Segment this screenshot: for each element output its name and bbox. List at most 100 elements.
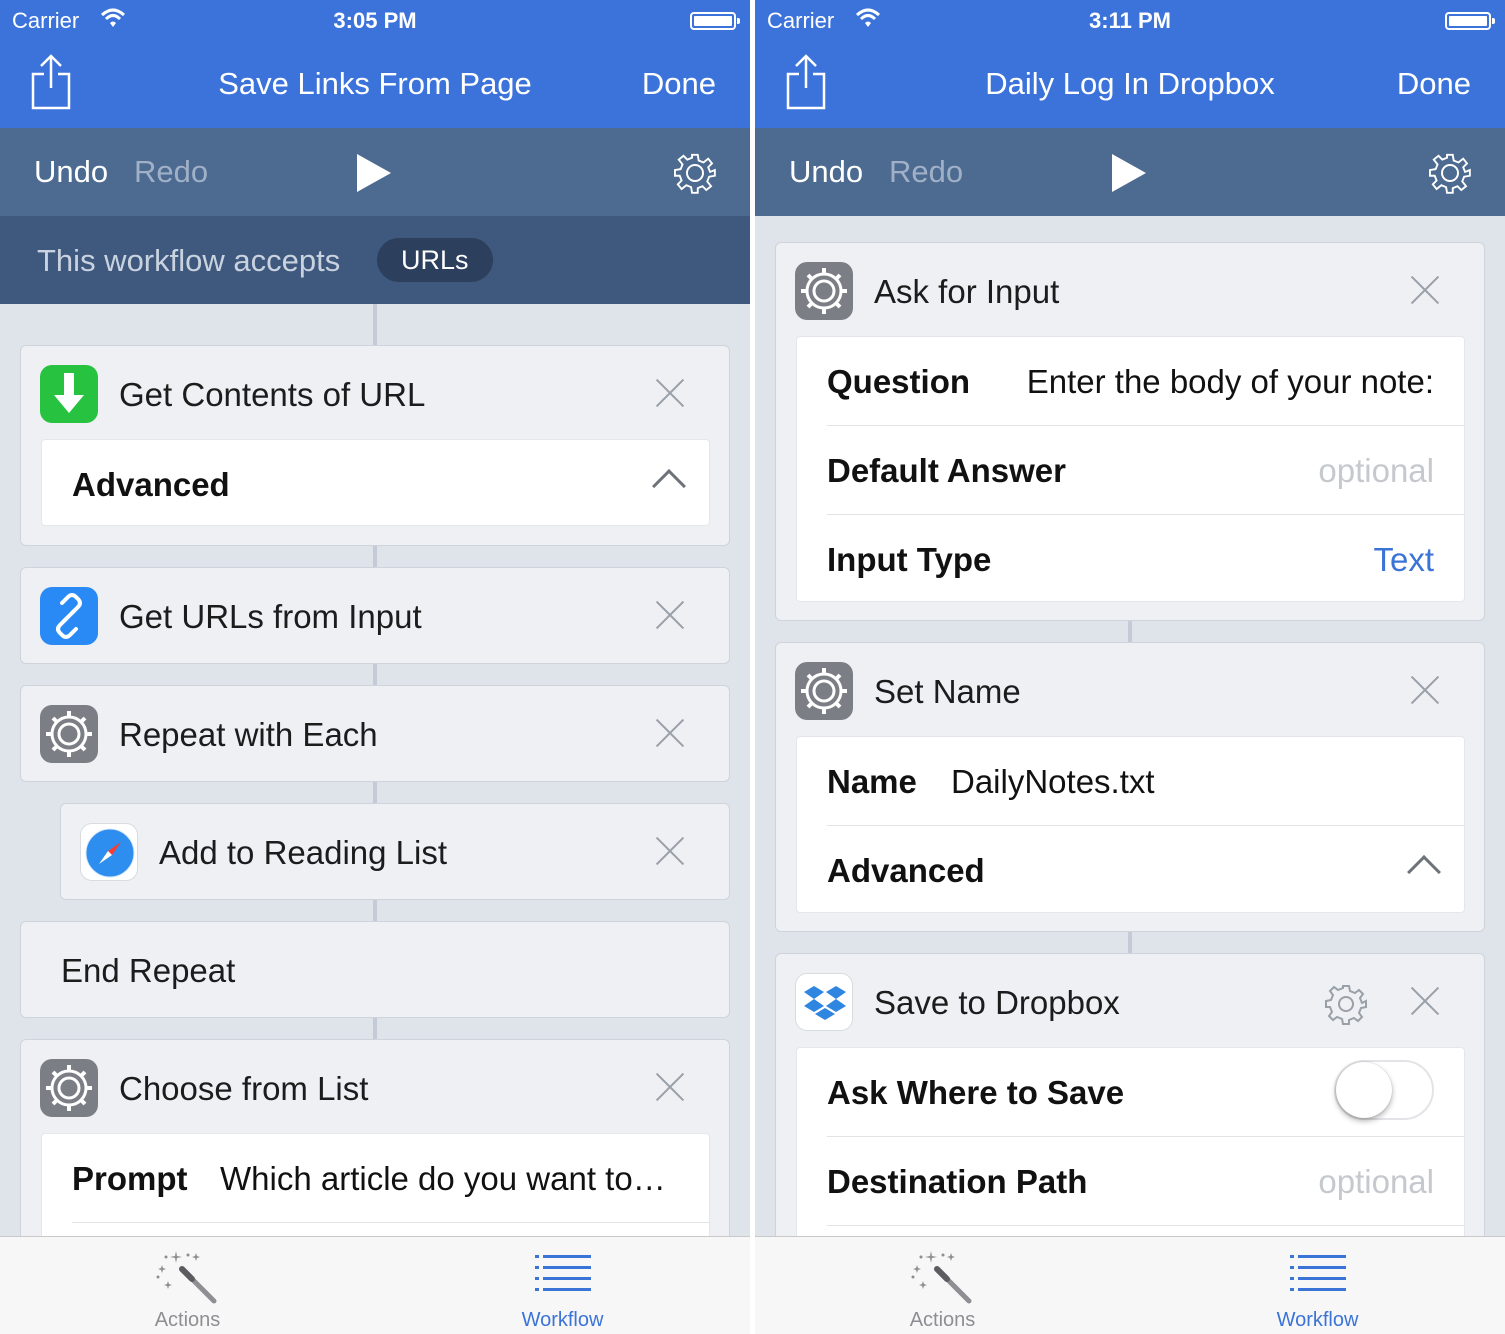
play-icon[interactable] <box>355 152 393 194</box>
action-title: Add to Reading List <box>159 834 448 871</box>
download-arrow-icon <box>40 365 98 423</box>
input-type-label: Input Type <box>827 541 992 578</box>
action-card-get-contents[interactable]: Get Contents of URL Advanced <box>20 345 730 546</box>
connector-line <box>1128 620 1132 642</box>
action-card-ask-input[interactable]: Ask for Input Question Enter the body of… <box>775 242 1485 621</box>
question-row[interactable]: Question Enter the body of your note: <box>797 337 1464 425</box>
link-icon <box>40 587 98 645</box>
gear-icon[interactable] <box>1325 983 1367 1025</box>
default-answer-row[interactable]: Default Answer optional <box>797 426 1464 514</box>
destination-path-label: Destination Path <box>827 1163 1088 1200</box>
battery-icon <box>1445 12 1495 30</box>
input-type-value[interactable]: Text <box>1373 541 1434 579</box>
advanced-row[interactable]: Advanced <box>42 440 709 525</box>
close-icon[interactable] <box>655 1072 685 1102</box>
destination-path-input[interactable]: optional <box>1318 1163 1434 1201</box>
close-icon[interactable] <box>1410 675 1440 705</box>
magic-wand-icon <box>156 1251 217 1304</box>
close-icon[interactable] <box>1410 986 1440 1016</box>
prompt-row[interactable]: Prompt Which article do you want to… <box>42 1134 709 1222</box>
prompt-label: Prompt <box>72 1160 188 1197</box>
connector-line <box>373 304 377 346</box>
name-row[interactable]: Name DailyNotes.txt <box>797 737 1464 825</box>
settings-gear-icon[interactable] <box>674 152 716 194</box>
navigation-bar: Carrier 3:05 PM Save Links From Page Don… <box>0 0 750 128</box>
connector-line <box>373 663 377 685</box>
play-icon[interactable] <box>1110 152 1148 194</box>
battery-icon <box>690 12 740 30</box>
undo-button[interactable]: Undo <box>34 154 108 190</box>
action-card-repeat[interactable]: Repeat with Each <box>20 685 730 782</box>
input-type-row[interactable]: Input Type Text <box>797 515 1464 601</box>
advanced-row[interactable]: Advanced <box>797 826 1464 912</box>
ask-where-label: Ask Where to Save <box>827 1074 1125 1111</box>
redo-button[interactable]: Redo <box>889 154 963 190</box>
action-title: Ask for Input <box>874 273 1060 310</box>
tab-workflow-label: Workflow <box>1276 1309 1359 1331</box>
connector-line <box>1128 931 1132 953</box>
status-bar: Carrier 3:11 PM <box>755 6 1505 36</box>
status-time: 3:05 PM <box>333 8 417 33</box>
action-title: Get Contents of URL <box>119 376 426 413</box>
action-title: Repeat with Each <box>119 716 378 753</box>
undo-button[interactable]: Undo <box>789 154 863 190</box>
action-card-set-name[interactable]: Set Name Name DailyNotes.txt Advanced <box>775 642 1485 932</box>
status-time: 3:11 PM <box>1089 8 1171 33</box>
magic-wand-icon <box>911 1251 972 1304</box>
ask-where-row: Ask Where to Save <box>797 1048 1464 1136</box>
workflow-title[interactable]: Save Links From Page <box>0 66 750 102</box>
tab-workflow-label: Workflow <box>521 1309 604 1331</box>
close-icon[interactable] <box>1410 275 1440 305</box>
advanced-label: Advanced <box>72 466 230 503</box>
tab-actions[interactable]: Actions <box>755 1237 1130 1334</box>
action-card-get-urls[interactable]: Get URLs from Input <box>20 567 730 664</box>
row-divider <box>72 1222 709 1223</box>
status-bar: Carrier 3:05 PM <box>0 6 750 36</box>
action-title: End Repeat <box>61 952 236 989</box>
default-answer-label: Default Answer <box>827 452 1066 489</box>
tab-actions[interactable]: Actions <box>0 1237 375 1334</box>
action-card-save-dropbox[interactable]: Save to Dropbox Ask Where to Save Destin… <box>775 953 1485 1287</box>
accepts-type-badge[interactable]: URLs <box>377 238 493 282</box>
tab-workflow[interactable]: Workflow <box>375 1237 750 1334</box>
settings-gear-icon[interactable] <box>1429 152 1471 194</box>
connector-line <box>373 1017 377 1039</box>
tab-bar: Actions Workflow <box>755 1236 1505 1334</box>
tab-workflow[interactable]: Workflow <box>1130 1237 1505 1334</box>
close-icon[interactable] <box>655 718 685 748</box>
destination-path-row[interactable]: Destination Path optional <box>797 1137 1464 1225</box>
action-title: Get URLs from Input <box>119 598 422 635</box>
prompt-value[interactable]: Which article do you want to… <box>220 1160 666 1198</box>
close-icon[interactable] <box>655 600 685 630</box>
accepts-label: This workflow accepts <box>37 243 341 278</box>
dropbox-icon <box>795 973 853 1031</box>
navigation-bar: Carrier 3:11 PM Daily Log In Dropbox Don… <box>755 0 1505 128</box>
gear-icon <box>795 262 853 320</box>
toggle-knob <box>1336 1062 1392 1118</box>
action-card-end-repeat[interactable]: End Repeat <box>20 921 730 1018</box>
redo-button[interactable]: Redo <box>134 154 208 190</box>
default-answer-input[interactable]: optional <box>1318 452 1434 490</box>
tab-actions-label: Actions <box>154 1309 221 1331</box>
chevron-up-icon <box>652 469 686 503</box>
close-icon[interactable] <box>655 836 685 866</box>
right-screen: Carrier 3:11 PM Daily Log In Dropbox Don… <box>755 0 1505 1334</box>
action-title: Choose from List <box>119 1070 369 1107</box>
close-icon[interactable] <box>655 378 685 408</box>
action-title: Set Name <box>874 673 1021 710</box>
done-button[interactable]: Done <box>1397 66 1471 102</box>
advanced-label: Advanced <box>827 852 985 889</box>
accepts-bar: This workflow accepts URLs <box>0 216 750 304</box>
action-params: Question Enter the body of your note: De… <box>796 336 1465 602</box>
done-button[interactable]: Done <box>642 66 716 102</box>
connector-line <box>373 545 377 567</box>
connector-line <box>373 899 377 921</box>
name-label: Name <box>827 763 917 800</box>
ask-where-toggle[interactable] <box>1334 1060 1434 1120</box>
action-card-reading-list[interactable]: Add to Reading List <box>60 803 730 900</box>
question-value[interactable]: Enter the body of your note: <box>1027 363 1434 401</box>
workflow-title[interactable]: Daily Log In Dropbox <box>755 66 1505 102</box>
chevron-up-icon <box>1407 855 1441 889</box>
name-value[interactable]: DailyNotes.txt <box>951 763 1155 801</box>
list-icon <box>535 1255 591 1291</box>
